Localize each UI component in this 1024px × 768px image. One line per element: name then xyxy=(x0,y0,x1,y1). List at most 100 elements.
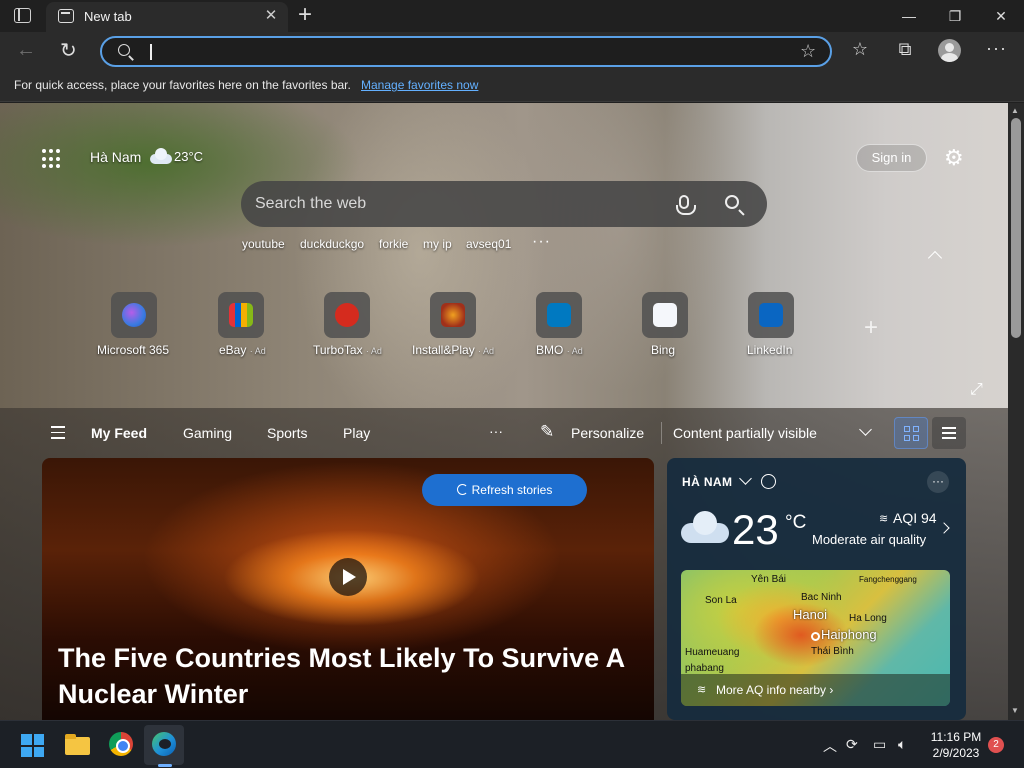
refresh-icon[interactable]: ↻ xyxy=(60,38,77,63)
tab-actions-icon[interactable] xyxy=(14,8,31,23)
microphone-icon[interactable] xyxy=(676,195,696,215)
manage-favorites-link[interactable]: Manage favorites now xyxy=(361,78,478,92)
bing-icon xyxy=(653,303,677,327)
web-search-box[interactable]: Search the web xyxy=(241,181,767,227)
air-quality-map[interactable]: Yên Bái Fangchenggang Son La Bac Ninh Ha… xyxy=(681,570,950,706)
menu-icon[interactable] xyxy=(51,426,65,443)
quick-link-forkie[interactable]: forkie xyxy=(379,237,408,251)
expand-icon[interactable]: ⤢ xyxy=(970,381,983,399)
map-label: Yên Bái xyxy=(751,574,787,585)
install-play-icon xyxy=(441,303,465,327)
chevron-up-icon[interactable]: ︿ xyxy=(823,736,837,756)
tile-bing[interactable] xyxy=(642,292,688,338)
chevron-down-icon[interactable] xyxy=(739,472,752,485)
chrome-icon[interactable] xyxy=(107,730,137,760)
tab-play[interactable]: Play xyxy=(343,425,370,441)
new-tab-button[interactable]: + xyxy=(293,2,317,28)
new-tab-page-icon xyxy=(58,9,74,23)
chevron-up-icon[interactable] xyxy=(927,250,943,266)
display-icon[interactable]: ▭ xyxy=(873,736,886,753)
personalize-button[interactable]: Personalize xyxy=(571,425,644,441)
tab-title: New tab xyxy=(84,9,132,24)
close-window-button[interactable]: ✕ xyxy=(986,4,1016,28)
tile-install-play[interactable] xyxy=(430,292,476,338)
profile-avatar[interactable] xyxy=(938,39,961,62)
tab-sports[interactable]: Sports xyxy=(267,425,307,441)
feed-navigation: My Feed Gaming Sports Play ··· ✎ Persona… xyxy=(0,410,1008,456)
close-tab-icon[interactable]: ✕ xyxy=(262,6,280,26)
address-bar[interactable]: ☆ xyxy=(100,36,832,67)
list-view-button[interactable] xyxy=(932,417,966,449)
globe-icon[interactable] xyxy=(761,474,776,489)
more-quick-links-icon[interactable]: ··· xyxy=(532,233,551,251)
gear-icon[interactable]: ⚙ xyxy=(944,145,964,171)
personalize-icon[interactable]: ✎ xyxy=(540,422,554,442)
sync-icon[interactable]: ⟳ xyxy=(846,736,858,753)
scrollbar-thumb[interactable] xyxy=(1011,118,1021,338)
temperature-label[interactable]: 23°C xyxy=(174,149,203,164)
search-icon[interactable] xyxy=(725,195,739,209)
refresh-icon xyxy=(456,484,468,495)
scroll-up-arrow-icon[interactable]: ▲ xyxy=(1011,106,1019,115)
minimize-button[interactable]: — xyxy=(894,4,924,28)
more-options-icon[interactable]: ··· xyxy=(927,471,949,493)
tab-gaming[interactable]: Gaming xyxy=(183,425,232,441)
more-options-icon[interactable]: ··· xyxy=(986,38,1007,59)
grid-view-button[interactable] xyxy=(894,417,928,449)
hero-story-title[interactable]: The Five Countries Most Likely To Surviv… xyxy=(58,640,638,712)
favorites-icon[interactable]: ☆ xyxy=(849,39,871,60)
volume-icon[interactable]: 🔈︎ xyxy=(898,736,906,753)
search-placeholder: Search the web xyxy=(255,195,367,212)
quick-link-duckduckgo[interactable]: duckduckgo xyxy=(300,237,364,251)
map-label: Hanoi xyxy=(793,607,827,622)
hero-story-card[interactable]: Refresh stories The Five Countries Most … xyxy=(42,458,654,720)
weather-card: HÀ NAM ··· 23 °C ≋ AQI 94 Moderate air q… xyxy=(667,458,966,720)
tab-new-tab[interactable]: New tab ✕ xyxy=(46,2,288,32)
search-icon xyxy=(118,44,130,56)
add-favorite-icon[interactable]: ☆ xyxy=(800,41,816,62)
system-clock[interactable]: 11:16 PM 2/9/2023 xyxy=(930,729,982,761)
aqi-value[interactable]: AQI 94 xyxy=(893,510,937,526)
file-explorer-icon[interactable] xyxy=(64,730,94,760)
quick-link-avseq01[interactable]: avseq01 xyxy=(466,237,511,251)
add-site-icon[interactable]: + xyxy=(864,314,878,342)
more-aq-link[interactable]: More AQ info nearby › xyxy=(716,683,833,697)
address-input[interactable] xyxy=(154,41,794,63)
sign-in-button[interactable]: Sign in xyxy=(856,144,927,172)
tile-linkedin[interactable] xyxy=(748,292,794,338)
active-indicator xyxy=(158,764,172,767)
location-pin-icon xyxy=(811,632,820,641)
quick-link-my-ip[interactable]: my ip xyxy=(423,237,452,251)
tab-my-feed[interactable]: My Feed xyxy=(91,425,147,441)
app-launcher-icon[interactable] xyxy=(42,149,62,169)
map-label: Fangchenggang xyxy=(859,575,917,584)
content-visibility-dropdown[interactable]: Content partially visible xyxy=(673,425,817,441)
tile-microsoft-365[interactable] xyxy=(111,292,157,338)
air-quality-icon: ≋ xyxy=(697,684,707,696)
favorites-bar: For quick access, place your favorites h… xyxy=(0,70,1024,102)
tile-ebay[interactable] xyxy=(218,292,264,338)
notification-badge[interactable]: 2 xyxy=(988,737,1004,753)
tile-label-linkedin: LinkedIn xyxy=(747,343,793,357)
tile-label-turbotax: TurboTax · Ad xyxy=(313,343,382,357)
chevron-down-icon[interactable] xyxy=(859,423,872,436)
windows-start-icon[interactable] xyxy=(21,734,44,757)
temperature-unit[interactable]: °C xyxy=(785,512,806,534)
aqi-description[interactable]: Moderate air quality xyxy=(812,532,926,547)
map-label: Son La xyxy=(705,595,737,606)
map-footer[interactable]: ≋ More AQ info nearby › xyxy=(681,674,950,706)
tile-turbotax[interactable] xyxy=(324,292,370,338)
more-tabs-icon[interactable]: ··· xyxy=(489,423,503,439)
play-icon[interactable] xyxy=(329,558,367,596)
location-label[interactable]: Hà Nam xyxy=(90,149,141,165)
restore-button[interactable]: ❐ xyxy=(940,4,970,28)
chevron-right-icon[interactable] xyxy=(938,522,950,534)
scroll-down-arrow-icon[interactable]: ▼ xyxy=(1011,706,1019,715)
tile-bmo[interactable] xyxy=(536,292,582,338)
weather-location[interactable]: HÀ NAM xyxy=(682,475,732,489)
refresh-stories-button[interactable]: Refresh stories xyxy=(422,474,587,506)
back-arrow-icon[interactable]: ← xyxy=(16,39,36,62)
collections-icon[interactable]: ⧉ xyxy=(894,39,916,60)
quick-link-youtube[interactable]: youtube xyxy=(242,237,285,251)
edge-icon[interactable] xyxy=(150,730,180,760)
